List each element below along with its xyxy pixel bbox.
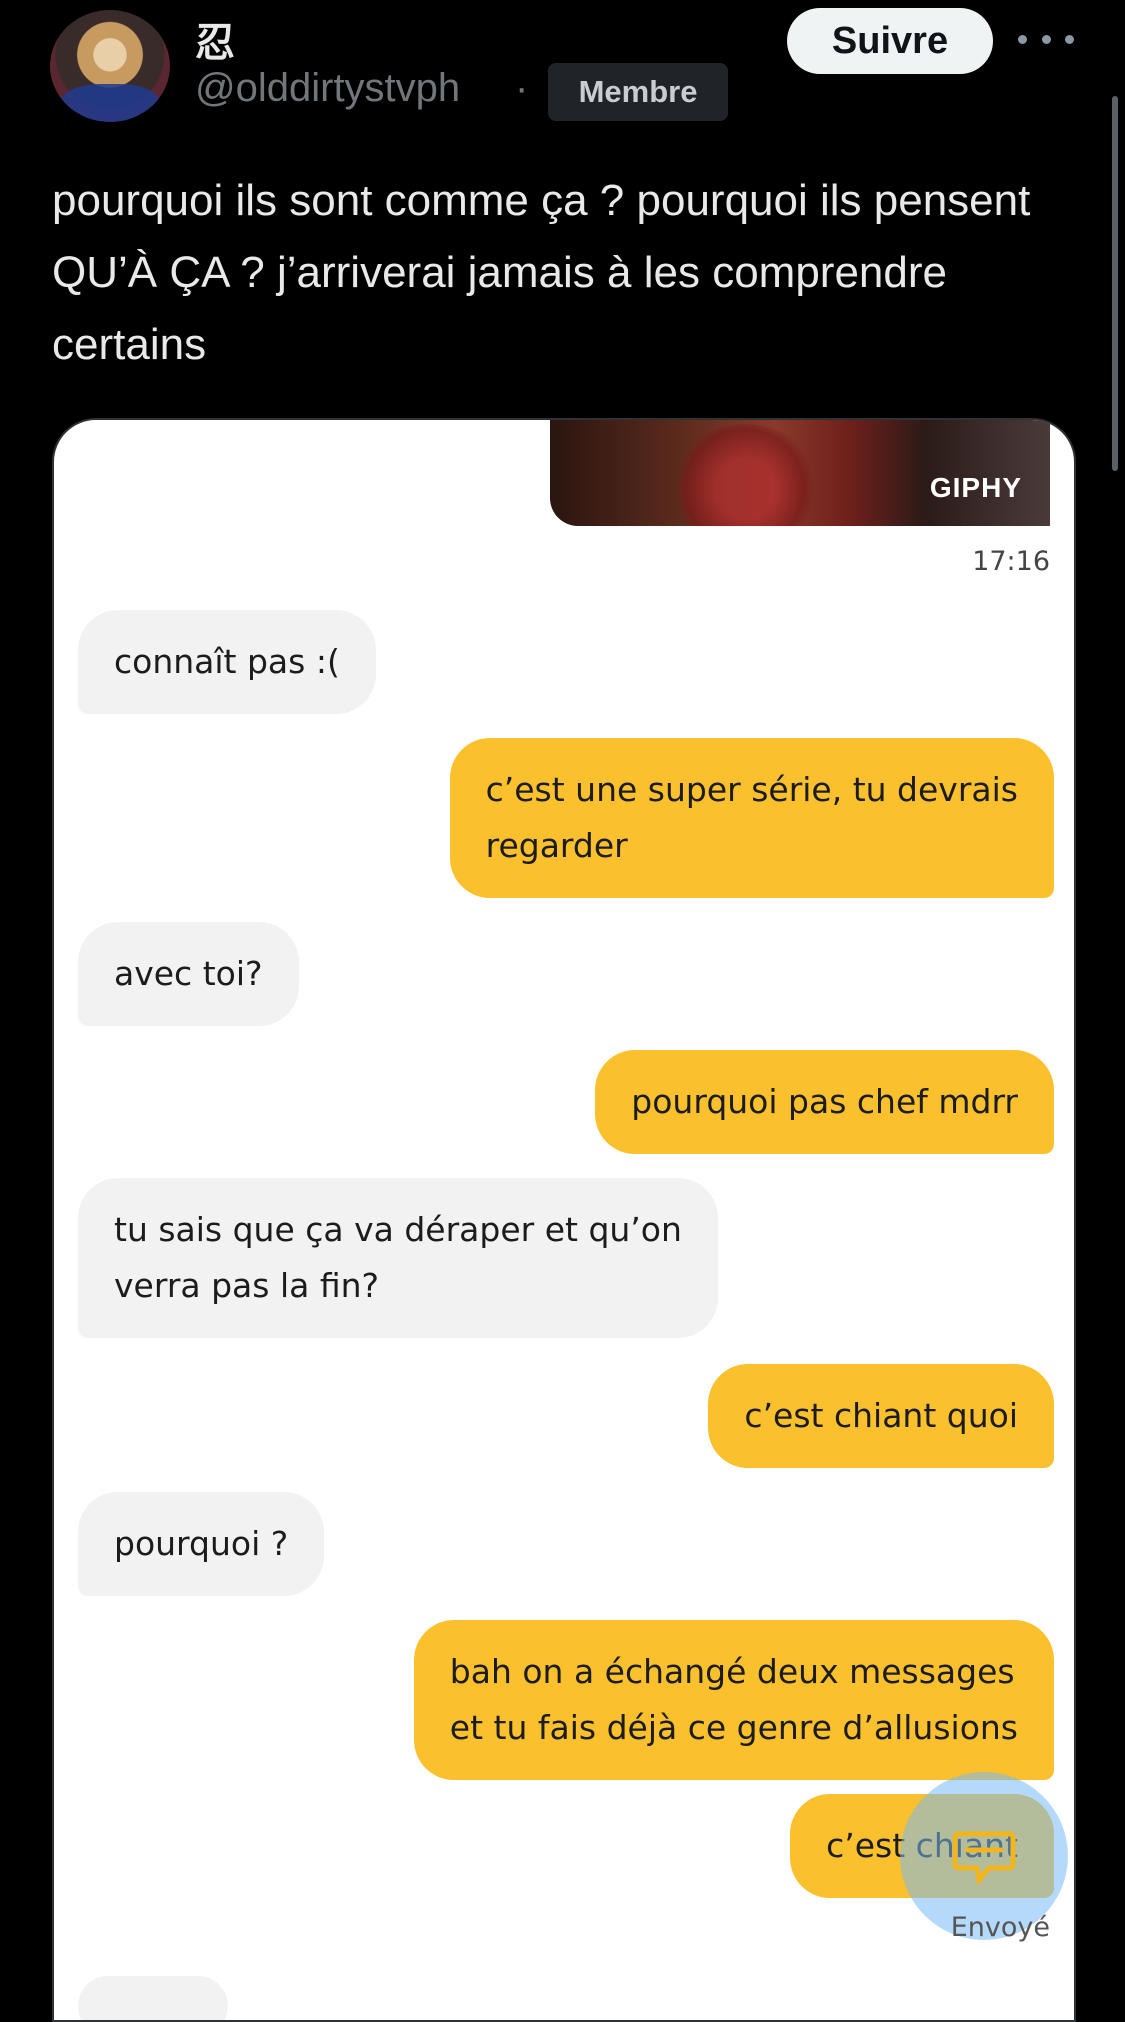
message-bubble-incoming: avec toi?	[78, 922, 299, 1026]
message-bubble-outgoing: bah on a échangé deux messages et tu fai…	[413, 1620, 1054, 1780]
giphy-label: GIPHY	[929, 472, 1022, 503]
more-icon[interactable]	[1018, 24, 1074, 54]
delivery-status: Envoyé	[950, 1912, 1050, 1943]
gif-image: GIPHY	[550, 420, 1050, 526]
message-timestamp: 17:16	[972, 546, 1050, 577]
display-name[interactable]: 忍	[195, 10, 235, 68]
message-bubble-incoming	[78, 1976, 228, 2020]
user-handle[interactable]: @olddirtystvph	[195, 66, 460, 111]
message-bubble-incoming: tu sais que ça va déraper et qu’on verra…	[78, 1178, 718, 1338]
message-bubble-outgoing: pourquoi pas chef mdrr	[595, 1050, 1054, 1154]
message-bubble-outgoing: c’est chiant quoi	[708, 1364, 1054, 1468]
separator-dot: ·	[515, 66, 529, 110]
membership-badge: Membre	[548, 63, 728, 121]
follow-button[interactable]: Suivre	[787, 8, 993, 74]
message-bubble-outgoing: c’est une super série, tu devrais regard…	[449, 738, 1054, 898]
message-bubble-incoming: connaît pas :(	[78, 610, 376, 714]
message-bubble-incoming: pourquoi ?	[78, 1492, 325, 1596]
scrollbar[interactable]	[1112, 96, 1118, 471]
tweet-text: pourquoi ils sont comme ça ? pourquoi il…	[52, 176, 1031, 369]
chat-screenshot[interactable]: GIPHY 17:16 connaît pas :( c’est une sup…	[52, 418, 1076, 2022]
avatar[interactable]	[50, 10, 170, 122]
